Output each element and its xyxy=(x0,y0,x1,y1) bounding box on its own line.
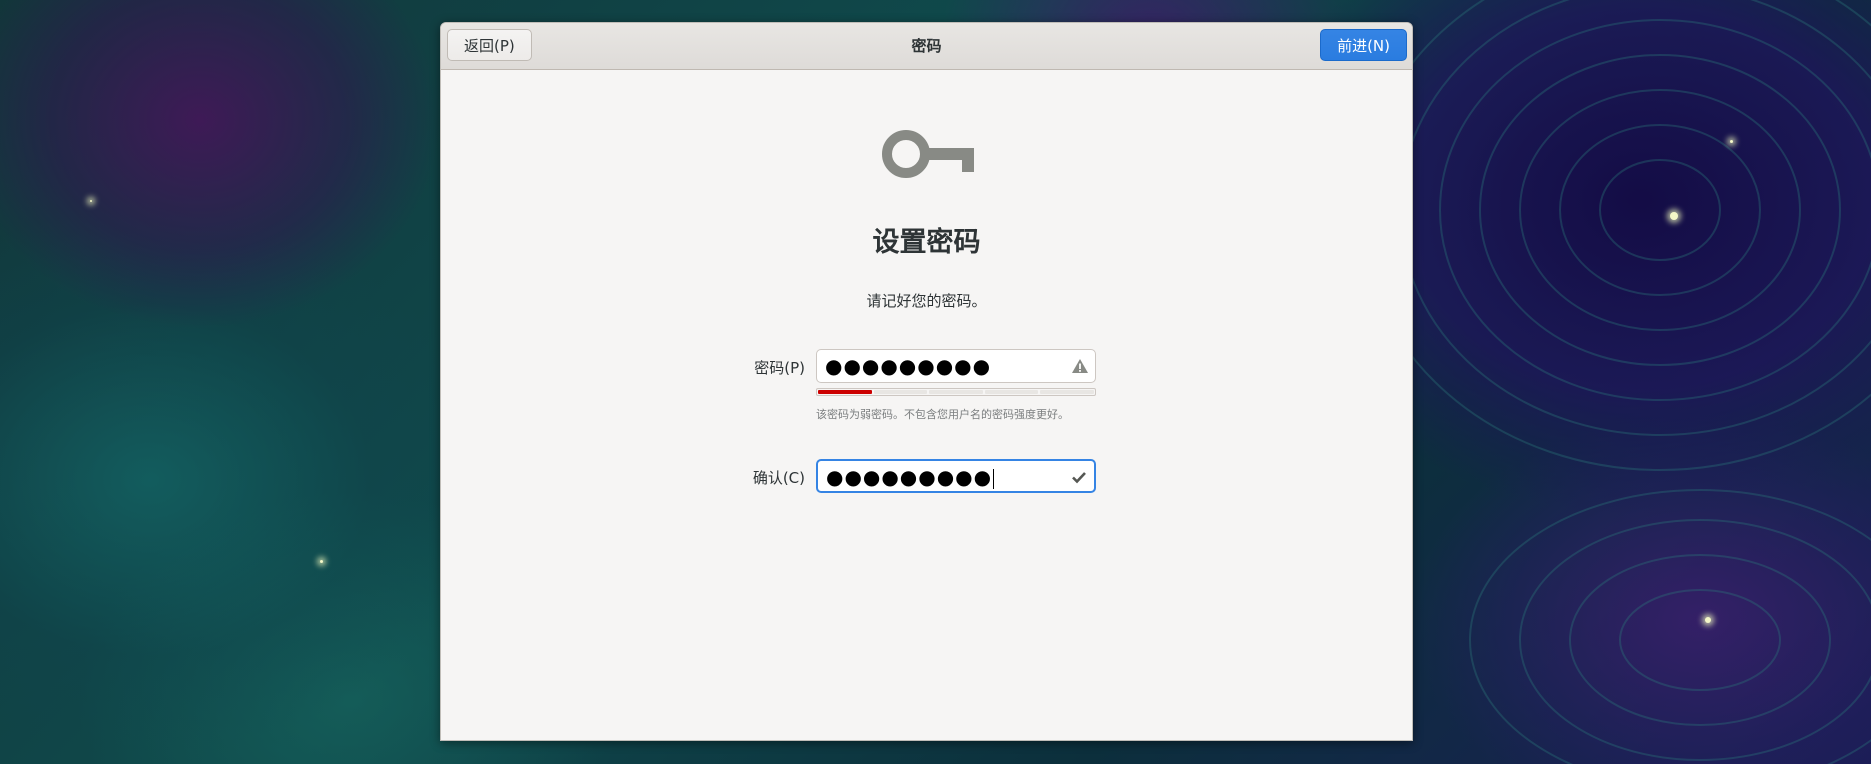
page-content: 设置密码 请记好您的密码。 密码(P) ●●●●●●●●● 该密码为弱密码。不包… xyxy=(441,70,1412,740)
strength-segment xyxy=(1040,390,1094,394)
password-setup-window: 返回(P) 密码 前进(N) 设置密码 请记好您的密码。 密码(P) ●●●●●… xyxy=(440,22,1413,741)
wallpaper-star xyxy=(320,560,323,563)
confirm-value: ●●●●●●●●● xyxy=(826,461,995,493)
page-title: 设置密码 xyxy=(872,227,981,258)
key-icon xyxy=(882,130,974,178)
window-title: 密码 xyxy=(911,37,942,55)
next-button[interactable]: 前进(N) xyxy=(1320,29,1407,61)
password-value: ●●●●●●●●● xyxy=(825,354,992,378)
strength-segment xyxy=(984,390,1039,394)
confirm-dots: ●●●●●●●●● xyxy=(826,465,993,489)
text-cursor xyxy=(993,468,995,489)
wallpaper-swirl xyxy=(1400,0,1871,764)
strength-segment xyxy=(929,390,983,394)
password-hint: 该密码为弱密码。不包含您用户名的密码强度更好。 xyxy=(816,408,1069,421)
password-field[interactable]: ●●●●●●●●● xyxy=(816,349,1096,383)
check-icon xyxy=(1072,472,1086,484)
password-strength-bar xyxy=(816,388,1096,396)
strength-segment xyxy=(873,390,928,394)
confirm-label: 确认(C) xyxy=(752,469,805,487)
wallpaper-star xyxy=(1670,212,1678,220)
password-label: 密码(P) xyxy=(754,359,805,377)
header-bar: 返回(P) 密码 前进(N) xyxy=(441,23,1412,70)
wallpaper-star xyxy=(1705,617,1711,623)
warning-icon[interactable] xyxy=(1071,357,1089,375)
page-subtitle: 请记好您的密码。 xyxy=(866,292,987,310)
wallpaper-star xyxy=(1730,140,1733,143)
wallpaper-star xyxy=(90,200,92,202)
strength-segment xyxy=(818,390,872,394)
confirm-field[interactable]: ●●●●●●●●● xyxy=(816,459,1096,493)
